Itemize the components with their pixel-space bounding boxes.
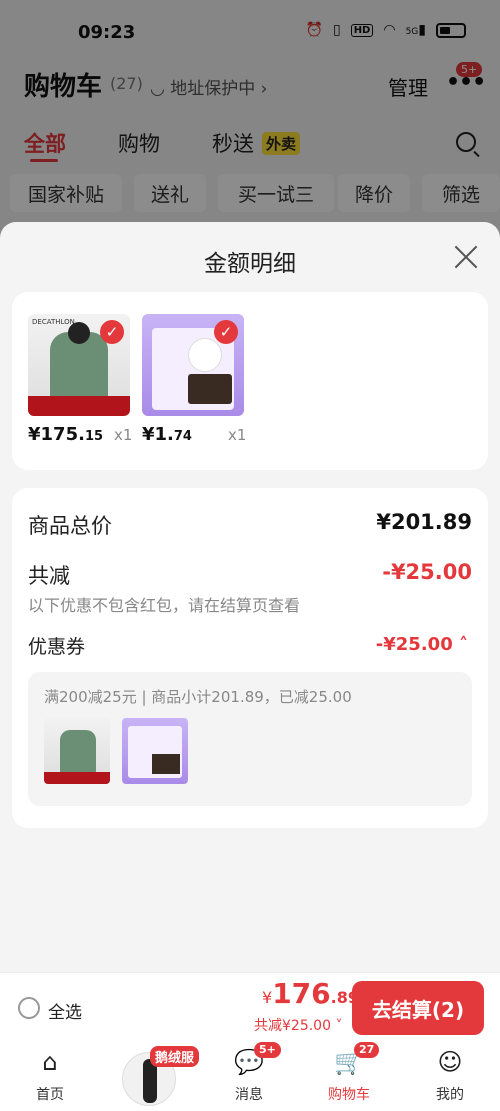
close-icon[interactable] bbox=[453, 244, 479, 270]
coupon-detail-text: 满200减25元 | 商品小计201.89，已减25.00 bbox=[44, 688, 352, 706]
coupon-value: -¥25.00 bbox=[375, 634, 453, 655]
discount-value: -¥25.00 bbox=[382, 560, 472, 584]
product-price: ¥1.74 bbox=[142, 424, 192, 445]
tab-cart-label: 购物车 bbox=[328, 1087, 370, 1103]
total-value: ¥201.89 bbox=[376, 510, 472, 534]
total-label: 商品总价 bbox=[28, 514, 112, 538]
product-item[interactable]: ✓ ¥1.74 x1 bbox=[142, 314, 246, 445]
message-icon: 💬 5+ bbox=[232, 1042, 281, 1078]
tab-messages-label: 消息 bbox=[235, 1087, 263, 1103]
product-qty: x1 bbox=[228, 426, 247, 444]
cart-badge: 27 bbox=[354, 1042, 380, 1058]
discount-note: 以下优惠不包含红包，请在结算页查看 bbox=[28, 596, 301, 615]
tab-me-label: 我的 bbox=[436, 1087, 464, 1103]
coupon-toggle[interactable]: -¥25.00 ˄ bbox=[376, 634, 468, 655]
promo-tag: 鹅绒服 bbox=[150, 1046, 200, 1067]
messages-badge: 5+ bbox=[254, 1042, 281, 1058]
coupon-label: 优惠券 bbox=[28, 636, 86, 658]
price-summary-card: 商品总价 ¥201.89 共减 -¥25.00 以下优惠不包含红包，请在结算页查… bbox=[12, 488, 488, 828]
product-qty: x1 bbox=[114, 426, 133, 444]
product-price: ¥175.15 bbox=[28, 424, 104, 445]
brand-logo: DECATHLON bbox=[32, 318, 75, 326]
product-item[interactable]: DECATHLON ✓ ¥175.15 x1 bbox=[28, 314, 132, 445]
total-price: ¥176.89 bbox=[262, 977, 359, 1010]
coupon-product-thumb bbox=[122, 718, 188, 784]
cart-icon: 🛒 27 bbox=[332, 1042, 380, 1078]
home-icon: ⌂ bbox=[42, 1048, 58, 1076]
cart-page-background: 09:23 ⏰ ▯ HD ◠ 5G▮ 购物车 (27) ◡ 地址保护中 › 管理… bbox=[0, 0, 500, 230]
user-icon: ☺ bbox=[437, 1048, 463, 1076]
sheet-title: 金额明细 bbox=[204, 251, 296, 277]
overlay-dim[interactable] bbox=[0, 0, 500, 230]
product-image: DECATHLON ✓ bbox=[28, 314, 130, 416]
coupon-detail: 满200减25元 | 商品小计201.89，已减25.00 bbox=[28, 672, 472, 806]
checkout-button[interactable]: 去结算(2) bbox=[352, 981, 484, 1035]
tab-home-label: 首页 bbox=[36, 1087, 64, 1103]
checked-icon[interactable]: ✓ bbox=[100, 320, 124, 344]
coupon-product-thumb bbox=[44, 718, 110, 784]
tab-cart[interactable]: 🛒 27 购物车 bbox=[304, 1042, 394, 1104]
saved-amount[interactable]: 共减¥25.00 ˅ bbox=[254, 1015, 342, 1035]
checked-icon[interactable]: ✓ bbox=[214, 320, 238, 344]
discount-label: 共减 bbox=[28, 564, 70, 588]
checkout-bar: 全选 ¥176.89 共减¥25.00 ˅ 去结算(2) bbox=[0, 972, 500, 1042]
chevron-up-icon: ˄ bbox=[459, 634, 468, 655]
tab-messages[interactable]: 💬 5+ 消息 bbox=[204, 1042, 294, 1104]
selected-products-card: DECATHLON ✓ ¥175.15 x1 ✓ ¥1.74 x1 bbox=[12, 292, 488, 470]
tab-me[interactable]: ☺ 我的 bbox=[405, 1046, 495, 1104]
tab-home[interactable]: ⌂ 首页 bbox=[5, 1046, 95, 1104]
select-all-radio[interactable] bbox=[18, 997, 40, 1019]
chevron-down-icon: ˅ bbox=[335, 1018, 343, 1034]
bottom-tab-bar: ⌂ 首页 鹅绒服 💬 5+ 消息 🛒 27 购物车 ☺ 我的 bbox=[0, 1042, 500, 1111]
product-image: ✓ bbox=[142, 314, 244, 416]
select-all-label[interactable]: 全选 bbox=[48, 998, 82, 1023]
